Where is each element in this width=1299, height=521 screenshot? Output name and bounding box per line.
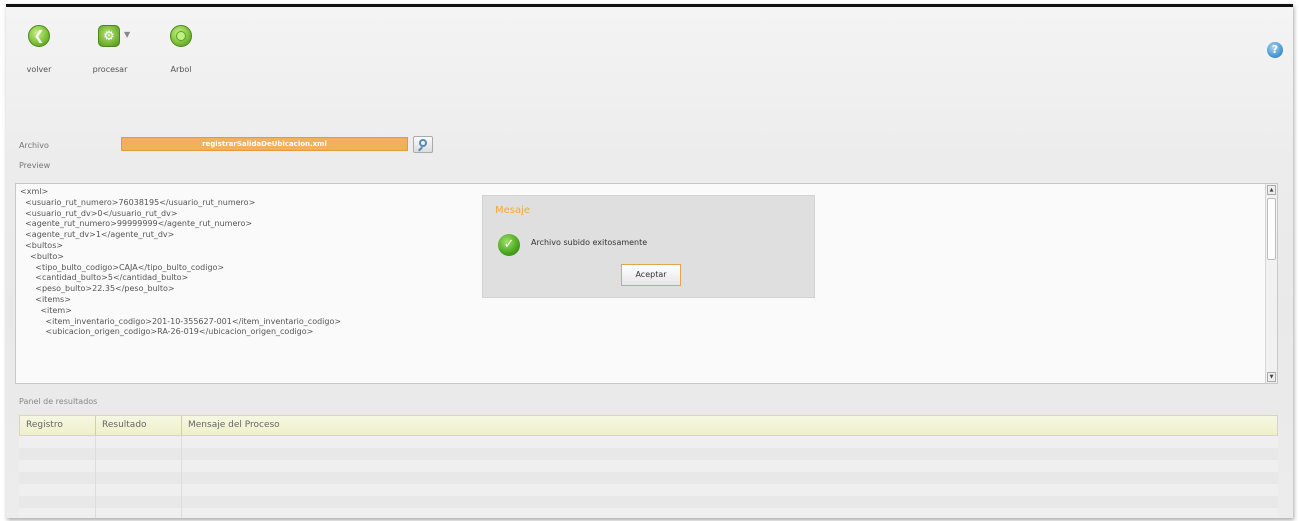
browse-file-button[interactable] — [413, 136, 433, 153]
arbol-button[interactable]: Arbol — [158, 21, 228, 77]
archivo-label: Archivo — [19, 141, 49, 150]
column-header-mensaje[interactable]: Mensaje del Proceso — [182, 416, 1278, 435]
xml-line: <bulto> — [20, 251, 64, 261]
table-row — [19, 496, 1278, 508]
scroll-down-button[interactable]: ▼ — [1267, 372, 1276, 382]
toolbar: ❮ volver ⚙ ▼ procesar Arbol — [16, 21, 228, 81]
success-check-icon: ✓ — [498, 234, 520, 256]
xml-line: <item_inventario_codigo>201-10-355627-00… — [20, 316, 342, 326]
column-divider — [181, 436, 182, 518]
app-window: ❮ volver ⚙ ▼ procesar Arbol ? Archivo re… — [6, 4, 1293, 518]
chevron-down-icon: ▼ — [124, 30, 131, 39]
xml-line: <tipo_bulto_codigo>CAJA</tipo_bulto_codi… — [20, 262, 225, 272]
xml-line: <peso_bulto>22.35</peso_bulto> — [20, 284, 175, 294]
arbol-label: Arbol — [170, 65, 192, 74]
xml-line: <xml> — [20, 187, 49, 196]
results-panel-label: Panel de resultados — [19, 397, 98, 406]
procesar-label: procesar — [92, 65, 128, 74]
dialog-message: Archivo subido exitosamente — [531, 238, 648, 247]
table-row — [19, 508, 1278, 518]
help-icon[interactable]: ? — [1267, 42, 1283, 58]
message-dialog: Mesaje ✓ Archivo subido exitosamente Ace… — [482, 195, 815, 298]
tree-icon — [170, 25, 192, 47]
xml-line: <cantidad_bulto>5</cantidad_bulto> — [20, 273, 189, 283]
xml-line: <bultos> — [20, 240, 64, 250]
column-header-registro[interactable]: Registro — [20, 416, 96, 435]
scrollbar-thumb[interactable] — [1267, 198, 1276, 260]
results-table: Registro Resultado Mensaje del Proceso — [19, 415, 1278, 518]
archivo-field[interactable]: registrarSalidaDeUbicacion.xml — [121, 137, 408, 151]
column-divider — [95, 436, 96, 518]
vertical-scrollbar[interactable]: ▲ ▼ — [1265, 184, 1277, 383]
volver-label: volver — [26, 65, 52, 74]
xml-line: <agente_rut_dv>1</agente_rut_dv> — [20, 230, 175, 240]
xml-line: <usuario_rut_numero>76038195</usuario_ru… — [20, 197, 256, 207]
preview-label: Preview — [19, 161, 51, 170]
results-table-body — [19, 436, 1278, 518]
gear-icon: ⚙ — [98, 25, 120, 47]
table-row — [19, 436, 1278, 448]
xml-line: <item> — [20, 305, 72, 315]
results-table-header: Registro Resultado Mensaje del Proceso — [19, 415, 1278, 436]
table-row — [19, 472, 1278, 484]
scroll-up-button[interactable]: ▲ — [1267, 185, 1276, 195]
xml-line: <usuario_rut_dv>0</usuario_rut_dv> — [20, 208, 178, 218]
table-row — [19, 460, 1278, 472]
procesar-button[interactable]: ⚙ ▼ procesar — [86, 21, 158, 77]
volver-button[interactable]: ❮ volver — [16, 21, 86, 77]
table-row — [19, 484, 1278, 496]
back-arrow-icon: ❮ — [28, 25, 50, 47]
xml-line: <ubicacion_origen_codigo>RA-26-019</ubic… — [20, 327, 314, 337]
xml-line: <items> — [20, 294, 71, 304]
xml-line: <agente_rut_numero>99999999</agente_rut_… — [20, 219, 253, 229]
column-header-resultado[interactable]: Resultado — [96, 416, 182, 435]
table-row — [19, 448, 1278, 460]
dialog-title: Mesaje — [495, 205, 531, 216]
xml-preview-content: <xml> <usuario_rut_numero>76038195</usua… — [20, 187, 341, 338]
aceptar-button[interactable]: Aceptar — [621, 264, 681, 286]
